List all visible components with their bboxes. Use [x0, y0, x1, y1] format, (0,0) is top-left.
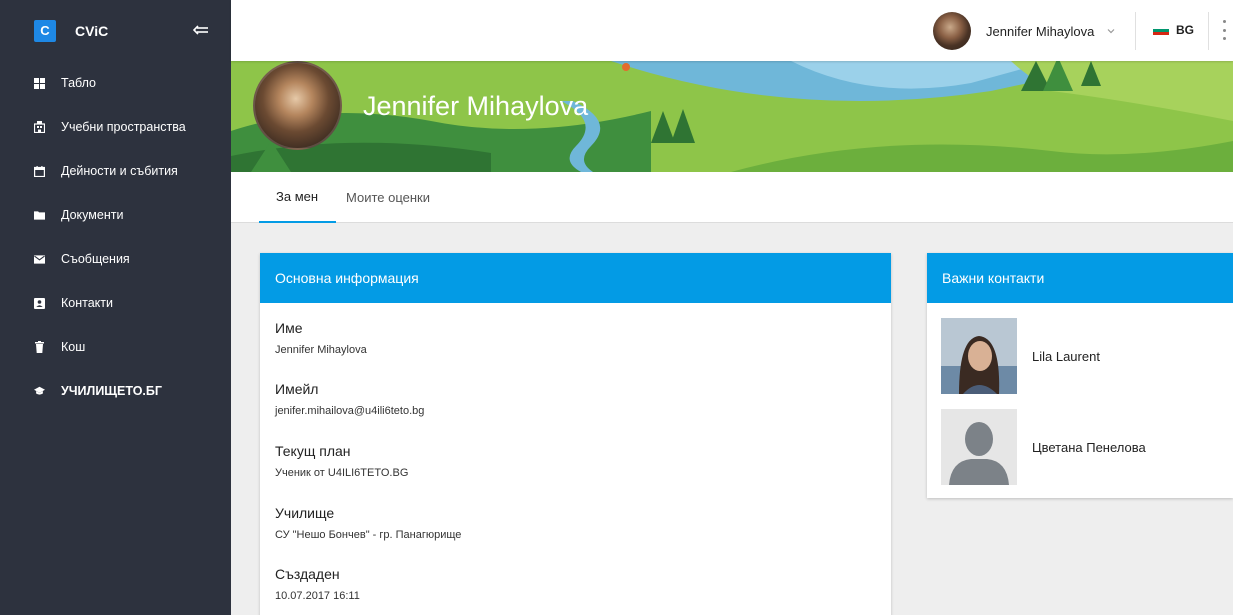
calendar-icon	[34, 165, 45, 177]
sidebar-item-classrooms[interactable]: Учебни пространства	[0, 105, 231, 149]
info-label: Училище	[275, 505, 335, 521]
info-name: Име Jennifer Mihaylova	[260, 320, 367, 356]
sidebar-item-dashboard[interactable]: Табло	[0, 61, 231, 105]
info-label: Имейл	[275, 381, 319, 397]
profile-avatar[interactable]	[253, 61, 342, 150]
profile-tabs: За мен Моите оценки	[231, 172, 1233, 223]
info-value: Ученик от U4ILI6TETO.BG	[275, 467, 409, 479]
basic-info-card: Основна информация Име Jennifer Mihaylov…	[260, 253, 891, 615]
user-menu-name[interactable]: Jennifer Mihaylova	[986, 24, 1094, 39]
info-school: Училище СУ "Нешо Бончев" - гр. Панагюрищ…	[260, 505, 461, 541]
sidebar: C CViC Табло Учебни пространства Дейност…	[0, 0, 231, 615]
sidebar-item-label: УЧИЛИЩЕТО.БГ	[61, 384, 162, 398]
info-label: Създаден	[275, 566, 340, 582]
tab-about[interactable]: За мен	[259, 172, 337, 223]
user-avatar[interactable]	[933, 12, 971, 50]
sidebar-item-documents[interactable]: Документи	[0, 193, 231, 237]
chevron-down-icon[interactable]	[1106, 26, 1116, 36]
info-label: Текущ план	[275, 443, 351, 459]
dashboard-icon	[34, 77, 45, 89]
sidebar-item-label: Кош	[61, 340, 86, 354]
sidebar-item-uchilishteto[interactable]: УЧИЛИЩЕТО.БГ	[0, 369, 231, 413]
profile-banner: Jennifer Mihaylova	[231, 61, 1233, 172]
collapse-sidebar-icon[interactable]	[193, 22, 209, 38]
contact-item[interactable]: Цветана Пенелова	[941, 409, 1146, 485]
bulgarian-flag-icon	[1153, 25, 1169, 35]
trash-icon	[34, 341, 45, 353]
info-plan: Текущ план Ученик от U4ILI6TETO.BG	[260, 443, 408, 479]
language-selector[interactable]: BG	[1153, 23, 1194, 37]
basic-info-title: Основна информация	[260, 253, 891, 303]
language-label: BG	[1176, 23, 1194, 37]
sidebar-item-activities[interactable]: Дейности и събития	[0, 149, 231, 193]
sidebar-item-trash[interactable]: Кош	[0, 325, 231, 369]
contacts-icon	[34, 297, 45, 309]
sidebar-item-label: Контакти	[61, 296, 113, 310]
info-label: Име	[275, 320, 303, 336]
sidebar-item-messages[interactable]: Съобщения	[0, 237, 231, 281]
classroom-icon	[34, 121, 45, 133]
contact-name[interactable]: Цветана Пенелова	[1032, 440, 1146, 455]
app-logo[interactable]: C	[34, 19, 56, 42]
contact-photo[interactable]	[941, 318, 1017, 394]
sidebar-item-label: Съобщения	[61, 252, 130, 266]
sidebar-item-label: Учебни пространства	[61, 120, 186, 134]
contact-item[interactable]: Lila Laurent	[941, 318, 1100, 394]
contact-placeholder-avatar[interactable]	[941, 409, 1017, 485]
tab-grades[interactable]: Моите оценки	[346, 172, 430, 223]
sidebar-item-contacts[interactable]: Контакти	[0, 281, 231, 325]
user-menu[interactable]: Jennifer Mihaylova	[933, 11, 1116, 51]
app-title[interactable]: CViC	[75, 23, 108, 39]
graduation-cap-icon	[34, 386, 45, 397]
info-created: Създаден 10.07.2017 16:11	[260, 566, 360, 602]
contacts-title: Важни контакти	[927, 253, 1233, 303]
topbar-divider	[1208, 12, 1209, 50]
more-options-icon[interactable]	[1223, 20, 1227, 40]
info-value: jenifer.mihailova@u4ili6teto.bg	[275, 405, 425, 417]
topbar-divider	[1135, 12, 1136, 50]
info-email: Имейл jenifer.mihailova@u4ili6teto.bg	[260, 381, 424, 417]
profile-name: Jennifer Mihaylova	[363, 91, 589, 121]
folder-icon	[34, 210, 45, 221]
topbar: Jennifer Mihaylova BG	[231, 0, 1233, 61]
info-value: 10.07.2017 16:11	[275, 590, 360, 602]
contacts-card: Важни контакти Lila Laurent Цветана Пене…	[927, 253, 1233, 498]
sidebar-header: C CViC	[0, 0, 231, 61]
contact-name[interactable]: Lila Laurent	[1032, 349, 1100, 364]
mail-icon	[34, 254, 45, 265]
sidebar-item-label: Табло	[61, 76, 97, 90]
info-value: Jennifer Mihaylova	[275, 344, 367, 356]
info-value: СУ "Нешо Бончев" - гр. Панагюрище	[275, 529, 462, 541]
sidebar-item-label: Дейности и събития	[61, 164, 178, 178]
sidebar-item-label: Документи	[61, 208, 124, 222]
sidebar-nav: Табло Учебни пространства Дейности и съб…	[0, 61, 231, 413]
